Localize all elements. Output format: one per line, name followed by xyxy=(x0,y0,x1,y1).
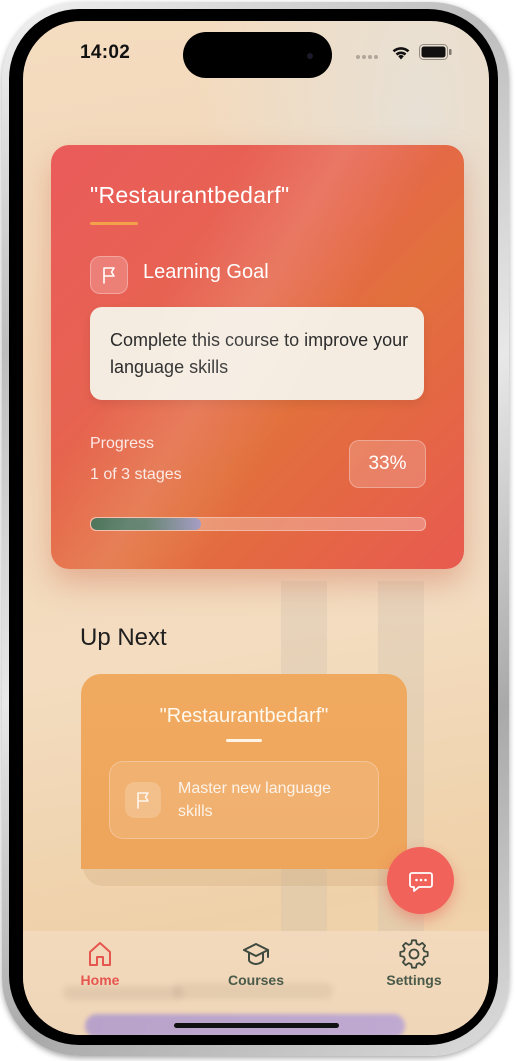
tab-bar-blur xyxy=(63,986,183,1000)
chat-bubble-icon xyxy=(408,871,433,892)
learning-goal-box: Complete this course to improve your lan… xyxy=(90,307,424,400)
status-bar: 14:02 xyxy=(23,21,489,81)
up-next-heading: Up Next xyxy=(80,624,167,651)
graduation-cap-icon xyxy=(243,943,269,965)
tab-courses-label: Courses xyxy=(227,972,285,988)
title-underline xyxy=(90,222,138,225)
next-course-title: "Restaurantbedarf" xyxy=(159,705,329,727)
tab-settings-label: Settings xyxy=(386,972,442,988)
battery-icon xyxy=(419,44,452,60)
app-screen: 14:02 "Restaurantbedarf" Learning Goal C… xyxy=(23,21,489,1035)
progress-percent-badge: 33% xyxy=(349,440,426,488)
next-goal-box: Master new language skills xyxy=(109,761,379,839)
progress-bar xyxy=(90,517,426,531)
tab-home[interactable]: Home xyxy=(55,939,145,988)
flag-icon xyxy=(90,256,128,294)
progress-label: Progress xyxy=(90,435,155,452)
course-title: "Restaurantbedarf" xyxy=(90,182,290,208)
status-time: 14:02 xyxy=(80,42,131,63)
up-next-course-card[interactable]: "Restaurantbedarf" Master new language s… xyxy=(81,674,407,869)
wifi-icon xyxy=(392,47,410,60)
chat-button[interactable] xyxy=(387,847,454,914)
flag-icon xyxy=(125,782,161,818)
learning-goal-text: Complete this course to improve your lan… xyxy=(110,330,409,377)
current-course-card[interactable]: "Restaurantbedarf" Learning Goal Complet… xyxy=(51,145,464,569)
stages-count: 1 of 3 stages xyxy=(90,466,182,483)
learning-goal-label: Learning Goal xyxy=(143,261,269,283)
cellular-signal-icon xyxy=(356,55,382,61)
home-indicator[interactable] xyxy=(174,1023,339,1028)
tab-home-label: Home xyxy=(80,972,120,988)
camera-dot xyxy=(307,53,313,59)
tab-settings[interactable]: Settings xyxy=(369,939,459,988)
next-goal-text: Master new language skills xyxy=(178,780,331,820)
progress-bar-fill xyxy=(91,518,202,530)
gear-icon xyxy=(399,939,429,969)
next-title-underline xyxy=(226,739,262,742)
tab-courses[interactable]: Courses xyxy=(211,939,301,988)
home-icon xyxy=(89,942,111,966)
